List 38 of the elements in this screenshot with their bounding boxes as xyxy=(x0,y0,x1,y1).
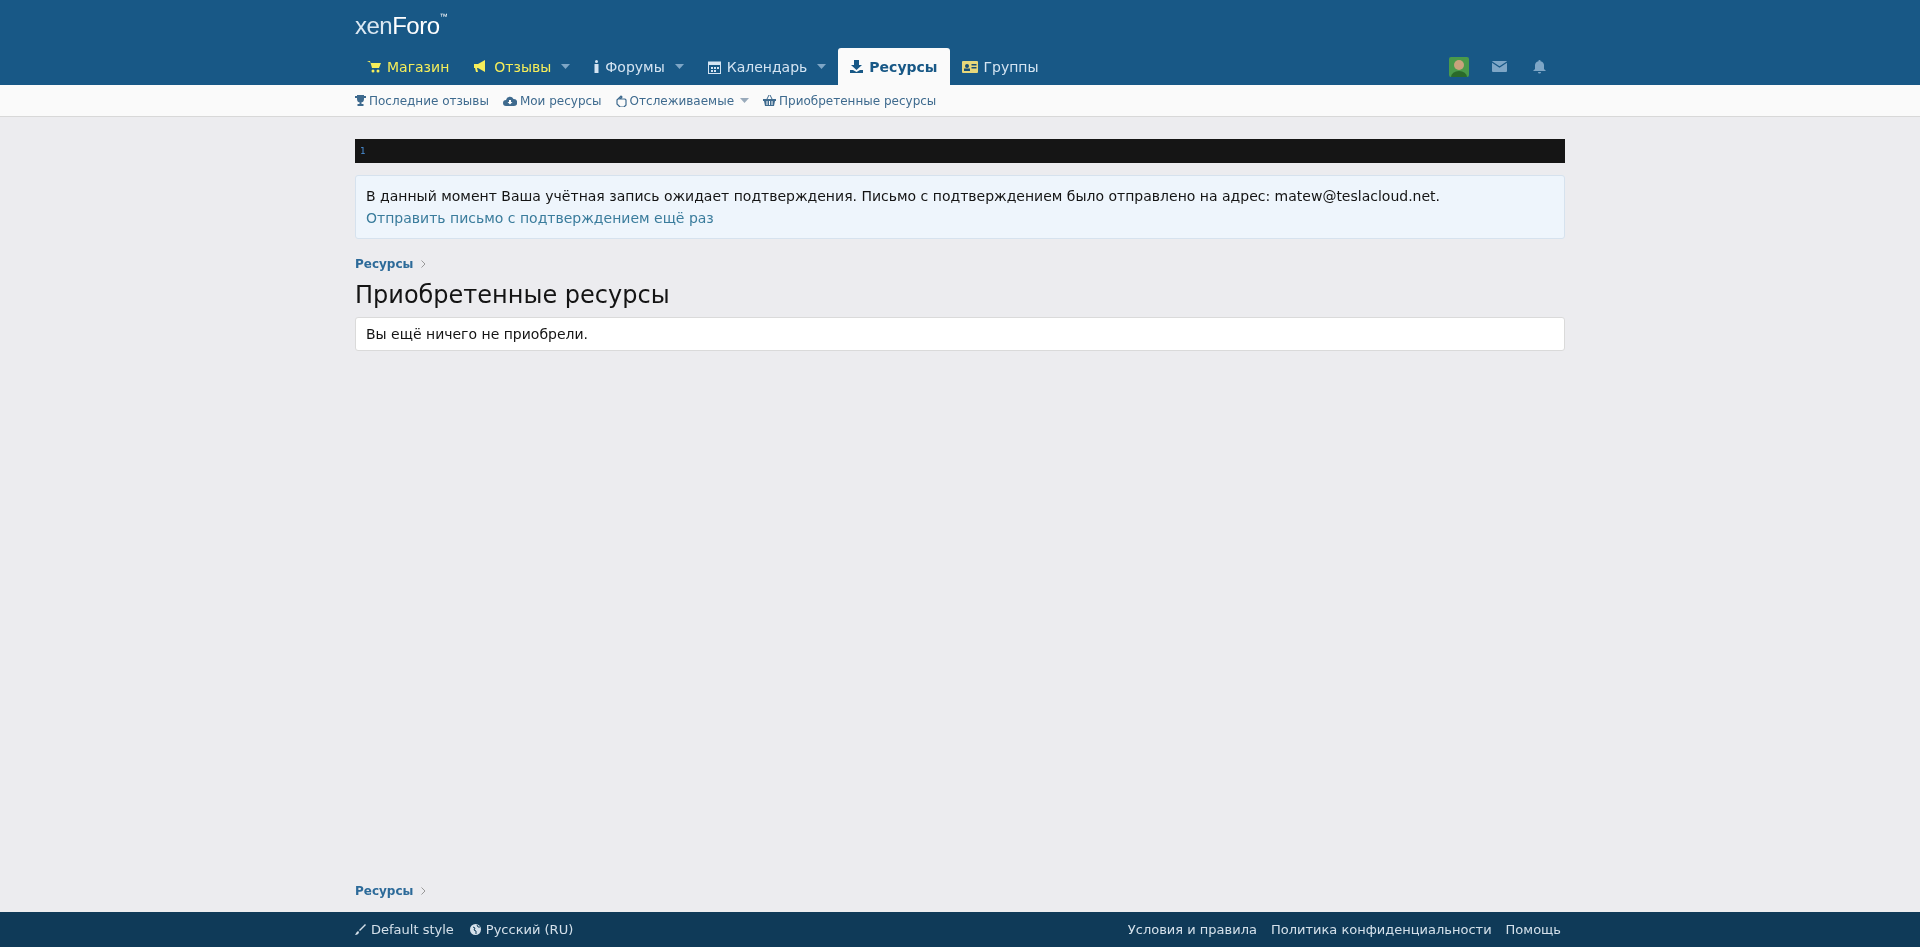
cloud-download-icon xyxy=(502,95,517,106)
footer-link[interactable]: Политика конфиденциальности xyxy=(1270,922,1492,937)
sub-nav-link[interactable]: Отслеживаемые xyxy=(615,93,749,108)
site-logo[interactable]: xenForo$^{™}$ xyxy=(355,0,448,48)
nav-tab[interactable]: Магазин xyxy=(355,48,462,85)
sub-nav-link[interactable]: Последние отзывы xyxy=(355,93,489,108)
info-icon xyxy=(594,60,600,73)
code-bar: 1 xyxy=(355,139,1565,163)
page-title: Приобретенные ресурсы xyxy=(355,281,671,309)
download-icon xyxy=(850,60,864,73)
notice-text: В данный момент Ваша учётная запись ожидает подтверждения. Письмо с подтверждением было отправлено на адрес: matew@teslacloud.net. xyxy=(366,187,1442,206)
footer-link[interactable]: Помощь xyxy=(1505,922,1561,937)
nav-tab[interactable]: Форумы xyxy=(582,48,696,85)
chevron-icon xyxy=(421,260,427,268)
resend-link[interactable]: Отправить письмо с подтверждением ещё раз xyxy=(366,207,1554,229)
footer-link[interactable]: Условия и правила xyxy=(1127,922,1257,937)
sub-nav-link[interactable]: Приобретенные ресурсы xyxy=(763,93,937,108)
mail-icon[interactable] xyxy=(1491,61,1507,72)
nav-tab[interactable]: Календарь xyxy=(695,48,839,85)
avatar-icon[interactable] xyxy=(1449,56,1469,77)
footer-link[interactable]: Русский (RU) xyxy=(485,922,574,937)
nav-tab[interactable]: Ресурсы xyxy=(838,48,950,85)
id-card-icon xyxy=(961,60,978,73)
globe-icon xyxy=(469,924,481,935)
sub-nav-link[interactable]: Мои ресурсы xyxy=(502,93,602,108)
chevron-icon xyxy=(421,887,427,895)
brush-icon xyxy=(355,924,366,935)
cart-icon xyxy=(367,60,381,73)
bell-icon[interactable] xyxy=(1532,59,1546,74)
trophy-icon xyxy=(355,95,366,106)
calendar-icon xyxy=(707,59,721,74)
nav-tab[interactable]: Группы xyxy=(949,48,1051,85)
footer-link[interactable]: Default style xyxy=(371,922,454,937)
empty-message: Вы ещё ничего не приобрели. xyxy=(355,317,1565,351)
breadcrumb-link[interactable]: Ресурсы xyxy=(355,257,414,271)
basket-icon xyxy=(763,95,776,106)
nav-tab[interactable]: Отзывы xyxy=(461,48,583,85)
breadcrumb-link[interactable]: Ресурсы xyxy=(355,884,414,898)
